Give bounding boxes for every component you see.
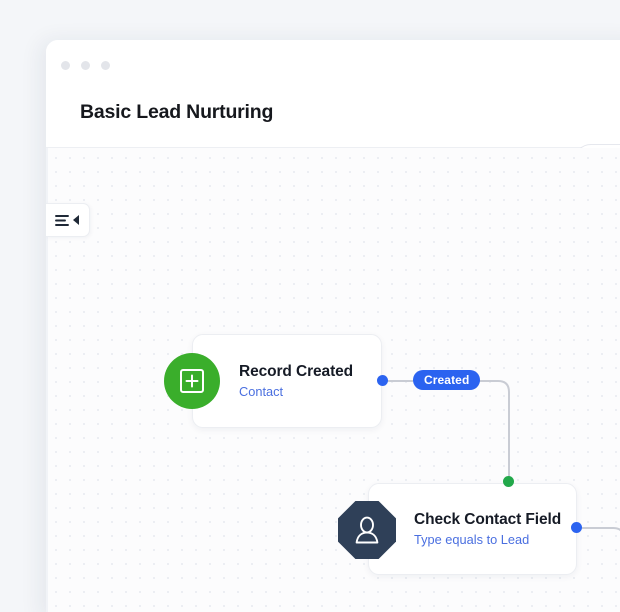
node-check-contact-icon (338, 501, 396, 559)
traffic-lights (61, 61, 110, 70)
app-window: Basic Lead Nurturing Se (46, 40, 620, 612)
window-titlebar (46, 40, 620, 78)
sidebar-toggle-button[interactable] (46, 203, 90, 237)
node-title: Check Contact Field (414, 511, 562, 528)
node-check-contact-text: Check Contact Field Type equals to Lead (414, 511, 561, 547)
port-check-contact-output[interactable] (571, 522, 582, 533)
node-record-created-icon (164, 353, 220, 409)
chevron-left-icon (73, 215, 79, 225)
collapse-panel-icon (55, 214, 69, 226)
window-minimize-dot[interactable] (81, 61, 90, 70)
node-record-created-text: Record Created Contact (239, 363, 353, 399)
plus-square-icon (180, 369, 204, 393)
node-title: Record Created (239, 363, 354, 380)
port-record-created-output[interactable] (377, 375, 388, 386)
badge-created[interactable]: Created (413, 370, 481, 390)
node-check-contact-field[interactable]: Check Contact Field Type equals to Lead (368, 483, 577, 575)
window-close-dot[interactable] (61, 61, 70, 70)
port-check-contact-input[interactable] (503, 476, 514, 487)
page-root: Basic Lead Nurturing Se (0, 0, 620, 612)
node-subtitle: Type equals to Lead (414, 532, 530, 547)
person-icon (355, 516, 379, 544)
node-subtitle: Contact (239, 384, 284, 399)
workflow-canvas[interactable]: Record Created Contact Created Check Con… (46, 148, 620, 612)
node-record-created[interactable]: Record Created Contact (192, 334, 382, 428)
window-maximize-dot[interactable] (101, 61, 110, 70)
page-title: Basic Lead Nurturing (80, 101, 274, 123)
app-header: Basic Lead Nurturing Se (46, 78, 620, 178)
